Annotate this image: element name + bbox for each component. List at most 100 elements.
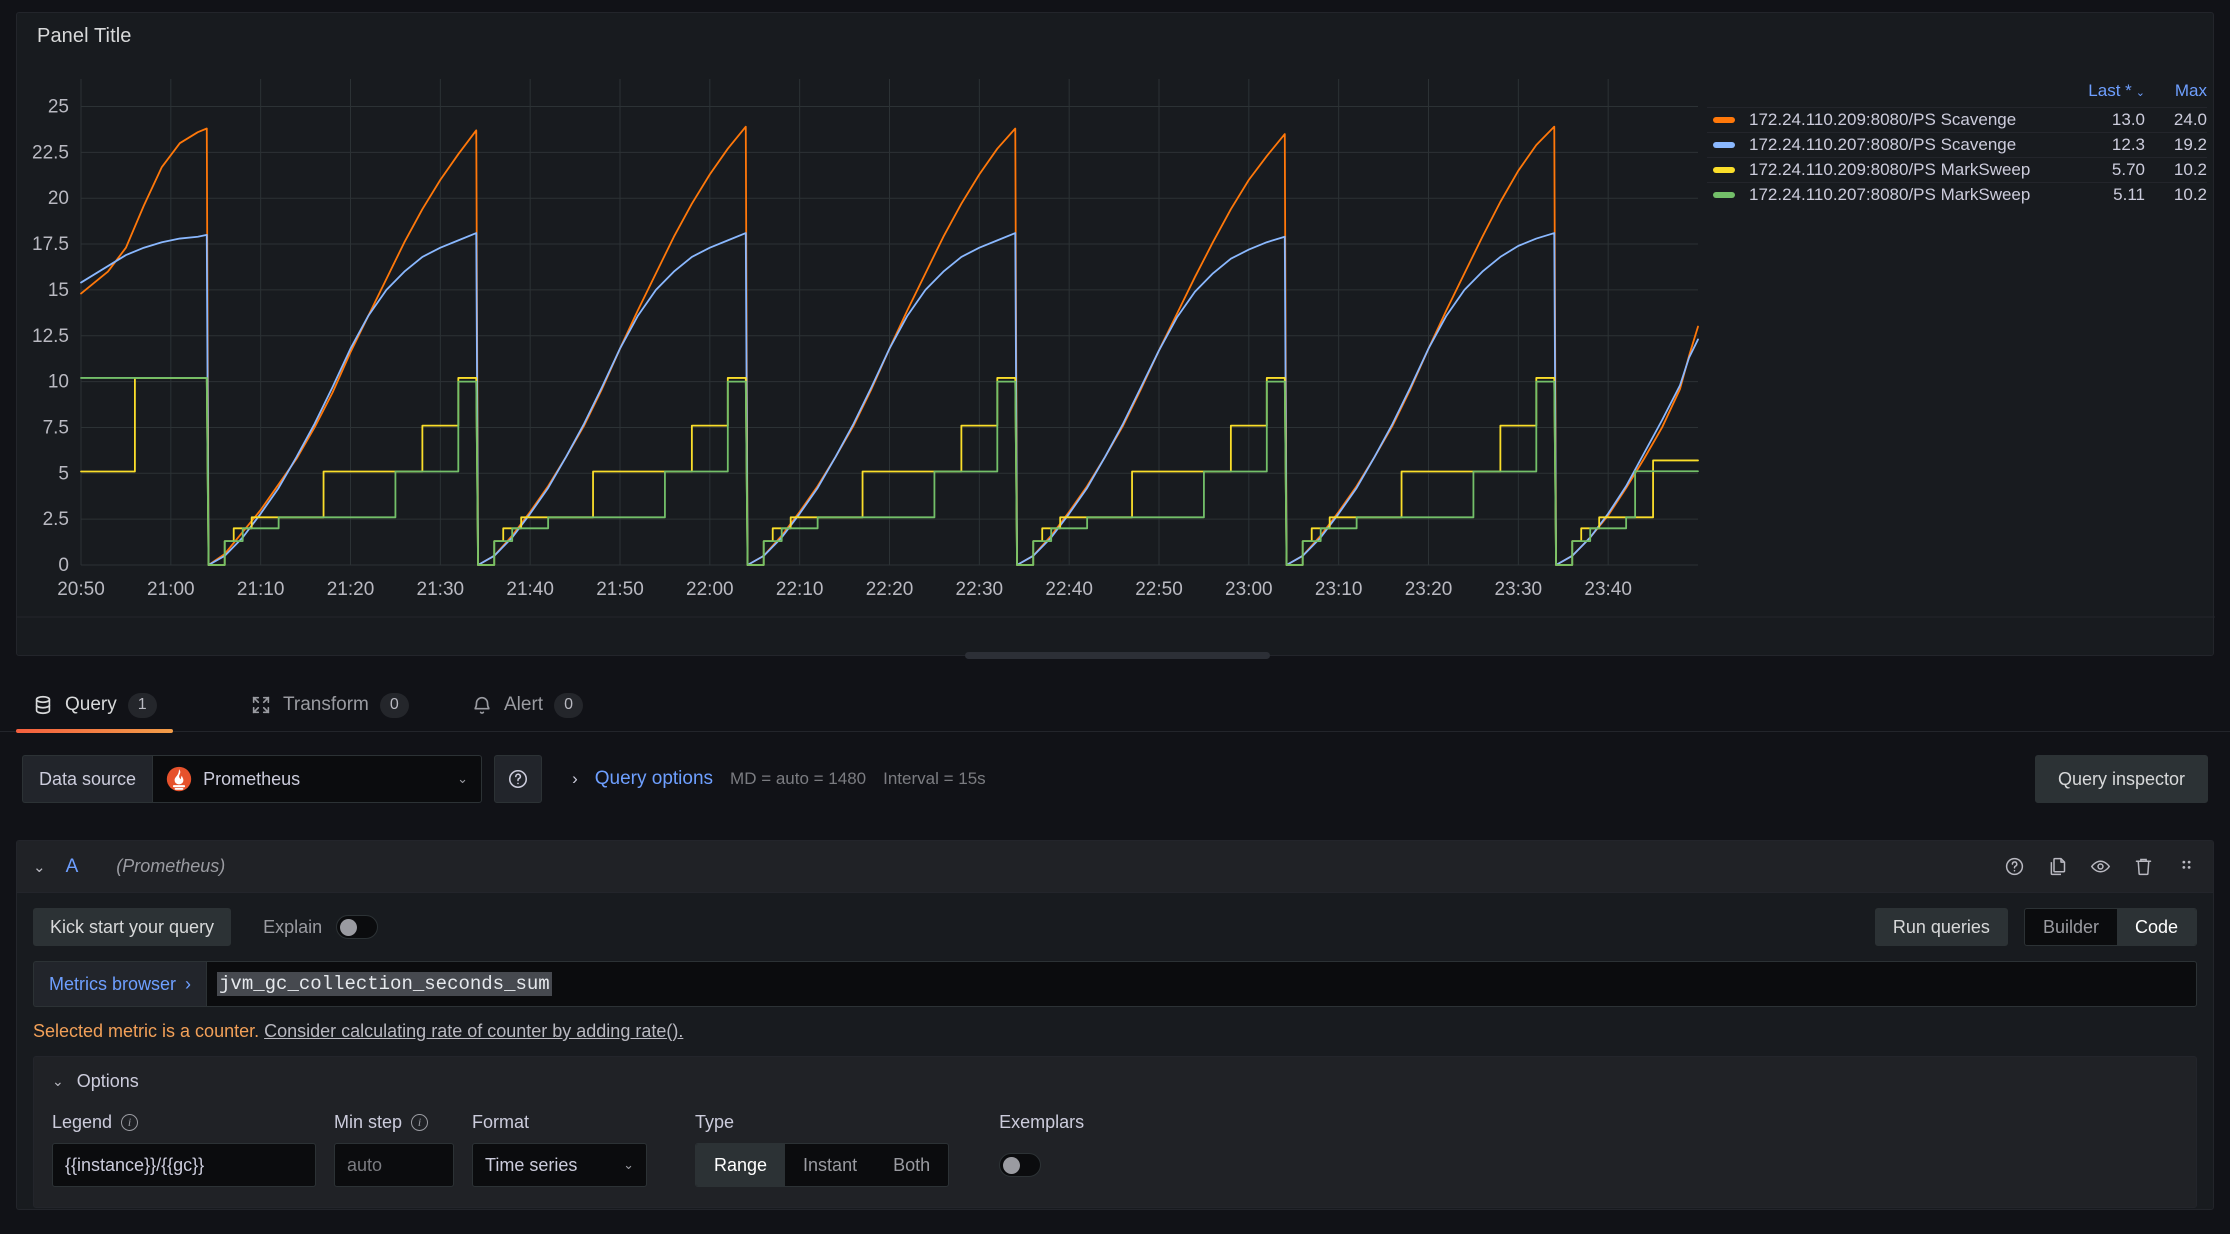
x-axis-tick-label: 23:10 (1315, 579, 1363, 600)
x-axis-tick-label: 21:40 (506, 579, 554, 600)
legend-series-label[interactable]: 172.24.110.209:8080/PS Scavenge (1749, 110, 2083, 130)
legend-value-last: 5.11 (2113, 185, 2145, 204)
format-field-label: Format (472, 1112, 530, 1132)
tab-alert[interactable]: Alert 0 (455, 678, 599, 732)
y-axis-tick-label: 22.5 (32, 142, 69, 163)
options-toggle[interactable]: ⌄ Options (52, 1071, 2178, 1092)
metrics-browser-button[interactable]: Metrics browser › (33, 961, 207, 1007)
y-axis-tick-label: 20 (48, 188, 69, 209)
type-field: Type Range Instant Both (695, 1112, 950, 1187)
type-radio-group: Range Instant Both (695, 1143, 950, 1187)
drag-handle-icon[interactable] (2176, 856, 2197, 877)
info-icon[interactable]: i (121, 1114, 139, 1131)
interval-text: Interval = 15s (883, 769, 986, 788)
help-icon[interactable] (2004, 856, 2025, 877)
format-field: Format Time series ⌄ (472, 1112, 647, 1187)
chevron-right-icon: › (185, 973, 192, 994)
kick-start-query-button[interactable]: Kick start your query (33, 908, 232, 946)
query-row-header: ⌄ A (Prometheus) (17, 841, 2213, 893)
legend: Last * ⌄ Max 172.24.110.209:8080/PS Scave… (1707, 81, 2207, 207)
x-axis-tick-label: 22:50 (1135, 579, 1183, 600)
query-options-toggle[interactable]: Query options (595, 768, 713, 790)
legend-row[interactable]: 172.24.110.209:8080/PS Scavenge 13.0 24.0 (1707, 107, 2207, 132)
legend-col-last[interactable]: Last * ⌄ (2083, 81, 2145, 101)
legend-color-swatch[interactable] (1713, 192, 1735, 198)
legend-row[interactable]: 172.24.110.207:8080/PS Scavenge 12.3 19.2 (1707, 132, 2207, 157)
legend-row[interactable]: 172.24.110.207:8080/PS MarkSweep 5.11 10.2 (1707, 182, 2207, 207)
query-editor-body: Kick start your query Explain Run querie… (17, 893, 2213, 1208)
metrics-browser-label: Metrics browser (49, 973, 177, 994)
query-inspector-button[interactable]: Query inspector (2034, 755, 2208, 803)
datasource-help-button[interactable] (494, 755, 543, 803)
panel-horizontal-scrollbar[interactable] (965, 652, 1270, 659)
datasource-picker[interactable]: Prometheus ⌄ (152, 755, 483, 803)
datasource-row: Data source Prometheus ⌄ › Query options… (0, 748, 2230, 810)
format-select[interactable]: Time series ⌄ (472, 1143, 647, 1187)
format-selected-value: Time series (485, 1154, 578, 1175)
tab-transform-badge: 0 (379, 692, 409, 718)
legend-value-max: 19.2 (2173, 135, 2207, 154)
promql-expression-input[interactable]: jvm_gc_collection_seconds_sum (206, 961, 2197, 1007)
legend-value-last: 12.3 (2111, 135, 2145, 154)
bell-icon (471, 694, 493, 716)
run-queries-button[interactable]: Run queries (1874, 908, 2008, 946)
duplicate-icon[interactable] (2047, 856, 2068, 877)
counter-warning-link[interactable]: Consider calculating rate of counter by … (264, 1021, 683, 1041)
database-icon (32, 694, 54, 716)
query-toolbar: Kick start your query Explain Run querie… (33, 907, 2197, 947)
exemplars-field-label: Exemplars (999, 1112, 1085, 1132)
y-axis-tick-label: 0 (58, 555, 69, 576)
metrics-browser-row: Metrics browser › jvm_gc_collection_seco… (33, 961, 2197, 1007)
query-editor-row-a: ⌄ A (Prometheus) Kick start your query E… (16, 840, 2214, 1210)
legend-series-label[interactable]: 172.24.110.207:8080/PS MarkSweep (1749, 185, 2083, 205)
legend-color-swatch[interactable] (1713, 167, 1735, 173)
tab-transform[interactable]: Transform 0 (234, 678, 425, 732)
x-axis-tick-label: 22:20 (866, 579, 914, 600)
legend-value-max: 10.2 (2173, 185, 2207, 204)
legend-field: Legend i {{instance}}/{{gc}} (52, 1112, 316, 1187)
min-step-input[interactable]: auto (334, 1143, 454, 1187)
tab-query-label: Query (65, 694, 117, 715)
legend-format-input[interactable]: {{instance}}/{{gc}} (52, 1143, 316, 1187)
type-option-both[interactable]: Both (875, 1144, 948, 1186)
explain-toggle[interactable] (336, 915, 379, 939)
type-option-range[interactable]: Range (696, 1144, 786, 1186)
legend-series-label[interactable]: 172.24.110.209:8080/PS MarkSweep (1749, 160, 2083, 180)
legend-series-label[interactable]: 172.24.110.207:8080/PS Scavenge (1749, 135, 2083, 155)
legend-header: Last * ⌄ Max (1707, 81, 2207, 107)
y-axis-tick-label: 10 (48, 372, 69, 393)
legend-rows: 172.24.110.209:8080/PS Scavenge 13.0 24.0 1… (1707, 107, 2207, 207)
trash-icon[interactable] (2133, 856, 2154, 877)
legend-color-swatch[interactable] (1713, 117, 1735, 123)
legend-color-swatch[interactable] (1713, 142, 1735, 148)
info-icon[interactable]: i (411, 1114, 429, 1131)
datasource-label: Data source (22, 755, 153, 803)
tab-transform-label: Transform (283, 694, 369, 715)
type-option-instant[interactable]: Instant (785, 1144, 875, 1186)
query-toolbar-right: Run queries Builder Code (1874, 908, 2197, 946)
x-axis-tick-label: 22:30 (956, 579, 1004, 600)
y-axis-tick-label: 5 (58, 463, 69, 484)
editor-mode-code[interactable]: Code (2116, 909, 2196, 945)
graph-panel: Panel Title 0 2.5 5 7.5 10 12.5 15 17.5 20 22.5 25… (16, 12, 2215, 656)
query-options-panel: ⌄ Options Legend i {{instance}}/{{gc}} M… (33, 1056, 2197, 1208)
exemplars-toggle[interactable] (999, 1153, 1042, 1177)
legend-col-max[interactable]: Max (2145, 81, 2207, 101)
query-row-actions (2004, 856, 2197, 877)
tab-query[interactable]: Query 1 (16, 678, 173, 733)
editor-mode-builder[interactable]: Builder (2025, 909, 2117, 945)
legend-field-label: Legend i (52, 1112, 316, 1133)
x-axis-tick-label: 20:50 (57, 579, 105, 600)
prometheus-logo-icon (166, 766, 192, 792)
chevron-right-icon[interactable]: › (572, 769, 578, 789)
page-title: Panel Title (37, 25, 132, 47)
chevron-down-icon: ⌄ (2135, 87, 2145, 99)
y-axis-tick-label: 17.5 (32, 234, 69, 255)
legend-row[interactable]: 172.24.110.209:8080/PS MarkSweep 5.70 10.2 (1707, 157, 2207, 182)
query-ref-id[interactable]: A (66, 856, 79, 878)
editor-tabs: Query 1 Transform 0 Alert 0 (0, 678, 2230, 733)
eye-icon[interactable] (2090, 856, 2111, 877)
chevron-down-icon[interactable]: ⌄ (33, 858, 46, 876)
x-axis-tick-label: 22:40 (1045, 579, 1093, 600)
options-title: Options (76, 1071, 139, 1091)
